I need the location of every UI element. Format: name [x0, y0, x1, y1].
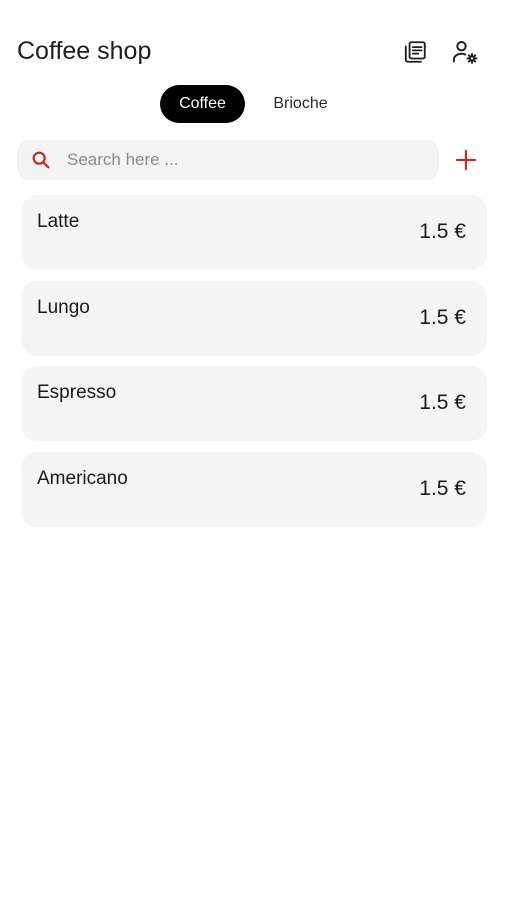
search-icon: [32, 151, 50, 169]
user-gear-icon: [452, 40, 478, 64]
page-title: Coffee shop: [17, 37, 152, 65]
tab-brioche[interactable]: Brioche: [258, 85, 343, 123]
product-list: Latte 1.5 € Lungo 1.5 € Espresso 1.5 € A…: [21, 195, 487, 537]
product-price: 1.5 €: [419, 476, 466, 500]
product-card-lungo[interactable]: Lungo 1.5 €: [21, 280, 487, 356]
search-bar: [17, 140, 439, 180]
product-name: Latte: [37, 211, 80, 232]
receipt-list-icon: [404, 41, 426, 63]
product-card-americano[interactable]: Americano 1.5 €: [21, 451, 487, 527]
product-card-espresso[interactable]: Espresso 1.5 €: [21, 366, 487, 441]
tab-coffee[interactable]: Coffee: [160, 85, 245, 123]
product-price: 1.5 €: [419, 391, 466, 414]
product-name: Espresso: [37, 382, 117, 403]
product-card-latte[interactable]: Latte 1.5 €: [21, 195, 487, 270]
category-tabs: Coffee Brioche: [0, 85, 506, 123]
product-price: 1.5 €: [419, 305, 466, 329]
user-settings-button[interactable]: [448, 35, 482, 69]
product-name: Americano: [37, 467, 128, 489]
orders-button[interactable]: [398, 35, 432, 69]
plus-icon: [455, 149, 477, 171]
product-price: 1.5 €: [419, 220, 466, 243]
product-name: Lungo: [37, 296, 90, 318]
search-input[interactable]: [67, 140, 427, 180]
add-product-button[interactable]: [450, 143, 482, 177]
